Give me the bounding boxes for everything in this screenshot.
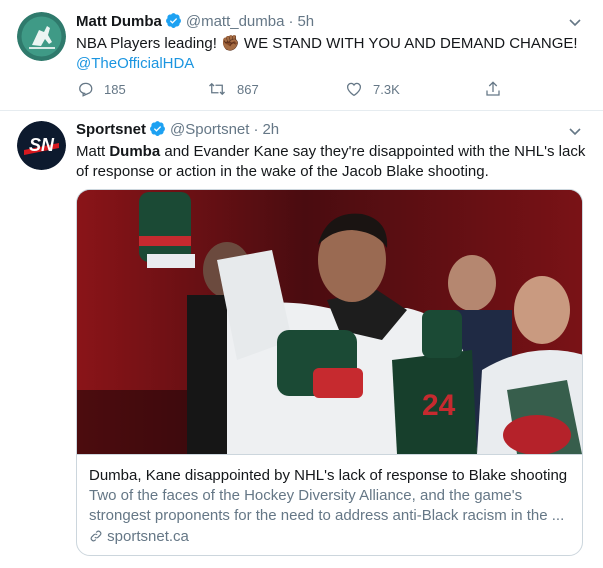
share-icon <box>486 81 500 96</box>
tweet-text: Matt Dumba and Evander Kane say they're … <box>76 142 591 182</box>
reply-icon <box>79 82 93 97</box>
jersey-number: 24 <box>422 389 456 422</box>
card-domain-text: sportsnet.ca <box>107 528 189 545</box>
avatar-logo-text: SN <box>29 135 55 155</box>
avatar[interactable] <box>17 12 66 61</box>
like-count: 7.3K <box>373 82 400 97</box>
tweet-text-part: Matt <box>76 143 110 160</box>
chevron-down-icon[interactable] <box>567 14 583 30</box>
verified-badge-icon <box>149 120 166 143</box>
card-image[interactable]: 24 <box>77 190 582 455</box>
display-name[interactable]: Matt Dumba <box>76 13 162 30</box>
like-button[interactable]: 7.3K <box>345 80 400 100</box>
link-card[interactable]: 24 Dumba, Kane disappointed by NHL's lac… <box>76 189 583 556</box>
action-bar: 185 867 7.3K <box>76 80 506 100</box>
separator-dot: · <box>253 121 259 138</box>
reply-count: 185 <box>104 82 126 97</box>
timestamp[interactable]: 5h <box>297 13 314 30</box>
tweet[interactable]: Matt Dumba @matt_dumba · 5h NBA Players lea… <box>0 0 603 111</box>
verified-badge-icon <box>165 12 182 35</box>
tweet-text-line: NBA Players leading! ✊🏾 WE STAND WITH YO… <box>76 35 578 52</box>
retweet-count: 867 <box>237 82 259 97</box>
link-icon <box>90 530 102 542</box>
retweet-button[interactable]: 867 <box>207 80 259 100</box>
card-description: Two of the faces of the Hockey Diversity… <box>89 487 565 524</box>
avatar[interactable]: SN <box>17 121 66 170</box>
share-button[interactable] <box>484 80 502 100</box>
chevron-down-icon[interactable] <box>567 123 583 139</box>
timestamp[interactable]: 2h <box>262 121 279 138</box>
mention-link[interactable]: @TheOfficialHDA <box>76 54 591 74</box>
highlighted-term: Dumba <box>109 143 161 160</box>
handle[interactable]: @matt_dumba <box>186 13 285 30</box>
heart-icon <box>346 82 362 97</box>
handle[interactable]: @Sportsnet <box>170 121 249 138</box>
card-title[interactable]: Dumba, Kane disappointed by NHL's lack o… <box>89 466 572 486</box>
tweet-header: Matt Dumba @matt_dumba · 5h <box>76 12 314 32</box>
retweet-icon <box>209 82 225 96</box>
tweet-header: Sportsnet @Sportsnet · 2h <box>76 120 279 140</box>
card-domain[interactable]: sportsnet.ca <box>89 527 572 547</box>
tweet[interactable]: SN Sportsnet @Sportsnet · 2h Matt Dumba and… <box>0 111 603 568</box>
display-name[interactable]: Sportsnet <box>76 121 146 138</box>
reply-button[interactable]: 185 <box>76 80 126 100</box>
separator-dot: · <box>288 13 294 30</box>
card-text[interactable]: Dumba, Kane disappointed by NHL's lack o… <box>77 454 582 555</box>
tweet-text: NBA Players leading! ✊🏾 WE STAND WITH YO… <box>76 34 591 74</box>
